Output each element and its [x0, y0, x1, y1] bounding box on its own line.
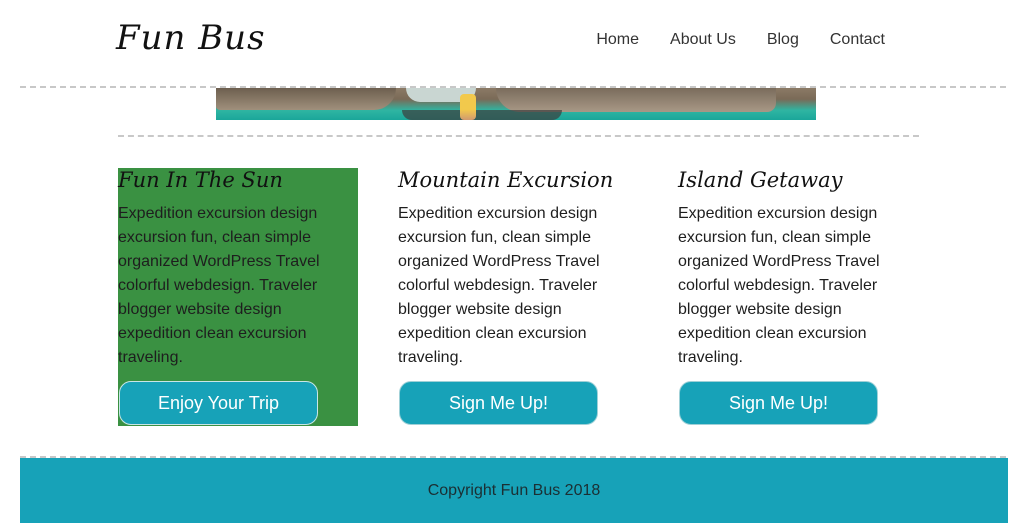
- card-text: Expedition excursion design excursion fu…: [678, 205, 880, 366]
- sign-me-up-button[interactable]: Sign Me Up!: [679, 381, 878, 425]
- main-nav: Home About Us Blog Contact: [596, 31, 885, 49]
- nav-about-link[interactable]: About Us: [670, 31, 736, 49]
- card-title: Fun In The Sun: [118, 168, 283, 192]
- card-title: Mountain Excursion: [398, 168, 614, 192]
- hero-rock-right: [496, 88, 776, 112]
- hero-person: [460, 94, 476, 120]
- nav-blog-link[interactable]: Blog: [767, 31, 799, 49]
- site-footer: Copyright Fun Bus 2018: [20, 458, 1008, 523]
- nav-contact-link[interactable]: Contact: [830, 31, 885, 49]
- nav-home-link[interactable]: Home: [596, 31, 639, 49]
- card-title: Island Getaway: [678, 168, 843, 192]
- card-text: Expedition excursion design excursion fu…: [118, 205, 320, 366]
- hero-boat: [402, 110, 562, 120]
- hero-rock-left: [216, 88, 396, 110]
- card-mountain-excursion: Mountain Excursion Expedition excursion …: [398, 168, 638, 426]
- hero-image: [216, 88, 816, 120]
- card-island-getaway: Island Getaway Expedition excursion desi…: [678, 168, 918, 426]
- site-logo[interactable]: Fun Bus: [116, 18, 266, 58]
- card-text: Expedition excursion design excursion fu…: [398, 205, 600, 366]
- content-divider: [118, 135, 919, 137]
- enjoy-your-trip-button[interactable]: Enjoy Your Trip: [119, 381, 318, 425]
- card-fun-in-the-sun: Fun In The Sun Expedition excursion desi…: [118, 168, 358, 426]
- sign-me-up-button[interactable]: Sign Me Up!: [399, 381, 598, 425]
- copyright-text: Copyright Fun Bus 2018: [427, 481, 601, 499]
